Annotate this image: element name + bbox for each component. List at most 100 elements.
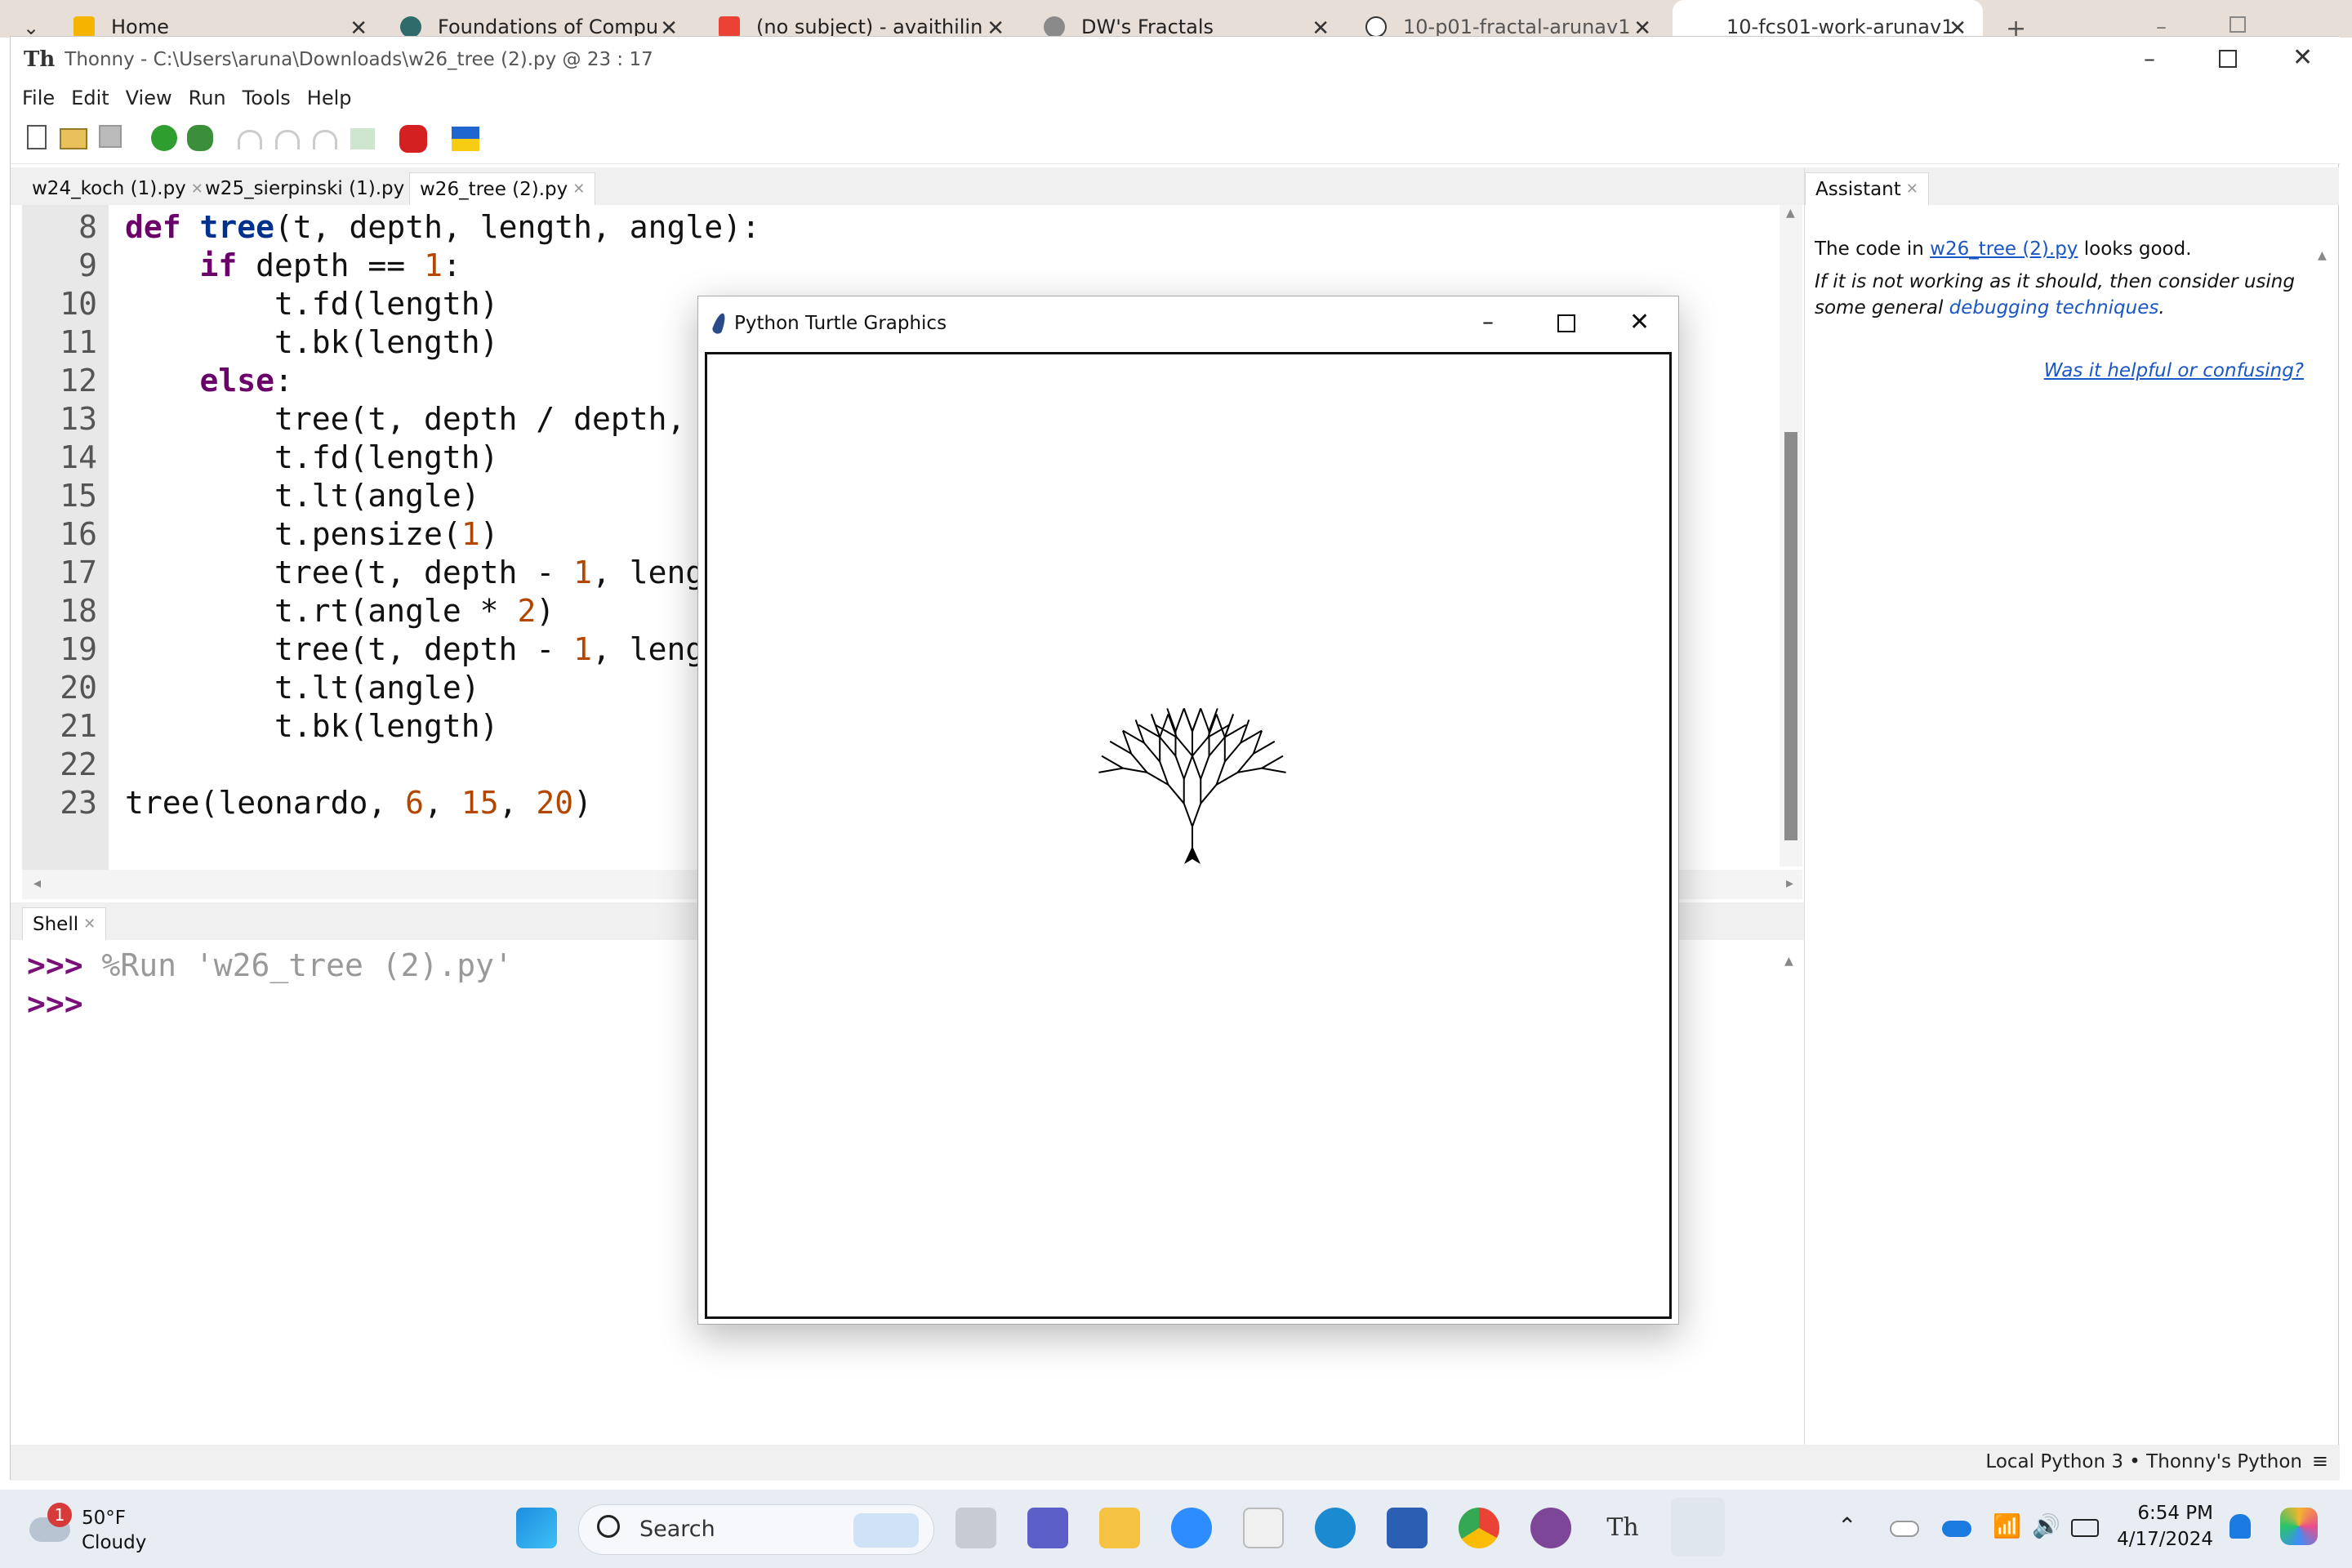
code-token: 1 (573, 631, 592, 667)
weather-widget[interactable]: 1 50°F Cloudy (26, 1503, 189, 1557)
start-button[interactable] (516, 1508, 557, 1548)
stop-icon[interactable] (399, 125, 427, 153)
scroll-right-icon[interactable]: ▸ (1786, 875, 1793, 892)
code-token: ) (536, 593, 555, 629)
browser-tab-fractals[interactable]: DW's Fractals ✕ (1044, 0, 1346, 38)
minimize-icon[interactable]: – (2156, 15, 2167, 38)
menu-tools[interactable]: Tools (243, 87, 291, 109)
assistant-tab[interactable]: Assistant ✕ (1805, 172, 1929, 205)
chrome-icon[interactable] (1459, 1508, 1499, 1548)
edge-icon[interactable] (1315, 1508, 1356, 1548)
assistant-file-link[interactable]: w26_tree (2).py (1930, 238, 2078, 260)
save-icon[interactable] (99, 125, 122, 148)
tree-branch (1101, 755, 1124, 769)
menu-view[interactable]: View (126, 87, 172, 109)
shell-command: %Run 'w26_tree (2).py' (101, 947, 513, 983)
close-icon[interactable]: ✕ (2292, 43, 2313, 72)
close-icon[interactable]: ✕ (987, 16, 1004, 38)
thonny-taskbar-icon[interactable]: Th (1602, 1508, 1643, 1548)
ukraine-flag-icon[interactable] (452, 127, 479, 151)
editor-tab-koch[interactable]: w24_koch (1).py ✕ (22, 172, 213, 205)
assistant-text: The code in (1815, 238, 1931, 260)
close-icon[interactable]: ✕ (1629, 308, 1650, 336)
wifi-icon[interactable]: 📶 (1993, 1512, 2021, 1539)
code-token: tree(leonardo, (125, 785, 406, 821)
copilot-icon[interactable] (2280, 1508, 2318, 1545)
line-number: 23 (60, 785, 97, 821)
menu-file[interactable]: File (22, 87, 55, 109)
maximize-icon[interactable] (2219, 50, 2237, 68)
task-view-icon[interactable] (956, 1508, 996, 1548)
close-icon[interactable]: ✕ (1906, 180, 1918, 198)
menu-edit[interactable]: Edit (71, 87, 109, 109)
code-token: if (199, 247, 238, 283)
close-icon[interactable]: ✕ (660, 16, 678, 38)
new-file-icon[interactable] (27, 125, 47, 149)
close-icon[interactable]: ✕ (1949, 16, 1967, 38)
line-number: 15 (60, 478, 97, 514)
feedback-link[interactable]: Was it helpful or confusing? (2044, 360, 2304, 381)
zoom-icon[interactable] (1171, 1508, 1212, 1548)
close-icon[interactable]: ✕ (83, 915, 96, 933)
store-icon[interactable] (1243, 1508, 1284, 1548)
browser-tab-github-2[interactable]: 10-fcs01-work-arunav1 ✕ (1673, 0, 1983, 38)
browser-tab-label: (no subject) - avaithilin (756, 16, 983, 38)
python-turtle-taskbar-icon[interactable] (1671, 1498, 1725, 1557)
menu-run[interactable]: Run (189, 87, 226, 109)
scroll-left-icon[interactable]: ◂ (33, 875, 41, 892)
code-token: 15 (461, 785, 499, 821)
onedrive-business-icon[interactable] (1942, 1521, 1971, 1537)
file-explorer-icon[interactable] (1099, 1508, 1140, 1548)
menu-help[interactable]: Help (307, 87, 352, 109)
search-box[interactable]: Search (578, 1504, 934, 1555)
browser-tab-foundations[interactable]: Foundations of Compu ✕ (400, 0, 694, 38)
clock-time[interactable]: 6:54 PM (2137, 1503, 2213, 1524)
word-icon[interactable] (1387, 1508, 1428, 1548)
code-token: depth == (237, 247, 425, 283)
code-line: tree(t, depth / depth, le (125, 401, 742, 437)
shell-tab[interactable]: Shell ✕ (22, 907, 107, 940)
minimize-icon[interactable]: – (1482, 308, 1494, 335)
menu-icon[interactable]: ≡ (2312, 1450, 2328, 1472)
debug-icon[interactable] (187, 125, 213, 151)
browser-tab-gmail[interactable]: (no subject) - avaithilin ✕ (719, 0, 1021, 38)
browser-tab-github-1[interactable]: 10-p01-fractal-arunav1 ✕ (1365, 0, 1668, 38)
teams-icon[interactable] (1027, 1508, 1068, 1548)
close-icon[interactable]: ✕ (572, 180, 585, 198)
new-tab-icon[interactable]: + (2006, 15, 2026, 38)
line-number: 16 (60, 516, 97, 552)
browser-tab-home[interactable]: Home ✕ (74, 0, 384, 38)
maximize-icon[interactable] (1557, 314, 1575, 332)
notification-badge: 1 (47, 1503, 72, 1527)
interpreter-status[interactable]: Local Python 3 • Thonny's Python (1985, 1451, 2302, 1472)
tab-label: w25_sierpinski (1).py (205, 178, 405, 199)
code-line: if depth == 1: (125, 247, 461, 285)
onedrive-icon[interactable] (1890, 1521, 1919, 1537)
volume-icon[interactable]: 🔊 (2032, 1512, 2060, 1539)
line-number: 9 (78, 247, 97, 283)
tor-browser-icon[interactable] (1530, 1508, 1571, 1548)
tab-list-chevron-icon[interactable]: ⌄ (23, 16, 39, 38)
minimize-icon[interactable]: – (2144, 45, 2155, 72)
editor-tabs: w24_koch (1).py✕ w25_sierpinski (1).py✕ … (11, 167, 1807, 205)
notification-bell-icon[interactable] (2230, 1514, 2251, 1539)
scroll-up-icon[interactable]: ▲ (2318, 249, 2327, 262)
turtle-canvas[interactable] (705, 352, 1672, 1319)
close-icon[interactable]: ✕ (350, 16, 368, 38)
open-folder-icon[interactable] (60, 128, 87, 149)
scroll-up-icon[interactable]: ▲ (1786, 207, 1795, 220)
editor-tab-tree[interactable]: w26_tree (2).py ✕ (409, 172, 596, 205)
run-icon[interactable] (151, 125, 177, 151)
close-icon[interactable]: ✕ (1633, 16, 1651, 38)
scrollbar-thumb[interactable] (1784, 432, 1797, 840)
show-hidden-icons-chevron-icon[interactable]: ⌃ (1838, 1512, 1856, 1539)
restore-icon[interactable] (2230, 16, 2246, 33)
editor-tab-sierpinski[interactable]: w25_sierpinski (1).py✕ (195, 172, 431, 205)
scroll-up-icon[interactable]: ▲ (1784, 955, 1793, 968)
tree-branch (1261, 767, 1286, 773)
battery-icon[interactable] (2071, 1519, 2099, 1537)
close-icon[interactable]: ✕ (1312, 16, 1330, 38)
editor-vertical-scrollbar[interactable]: ▲ (1780, 205, 1802, 866)
clock-date[interactable]: 4/17/2024 (2117, 1529, 2213, 1550)
debugging-link[interactable]: debugging techniques (1949, 297, 2159, 318)
